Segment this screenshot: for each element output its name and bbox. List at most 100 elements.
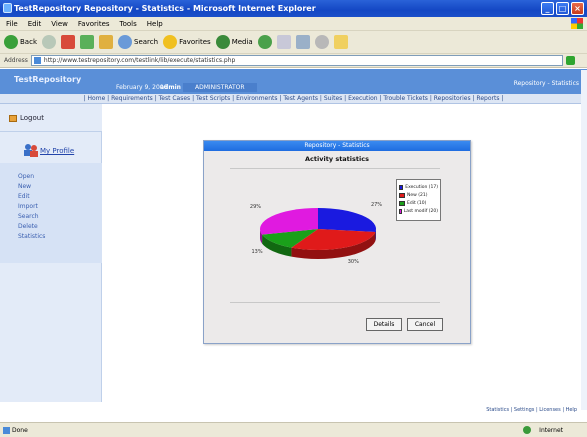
pie-percent-label: 13%	[251, 249, 263, 256]
divider-bottom	[230, 302, 440, 303]
home-icon	[99, 35, 113, 49]
pie-chart	[260, 208, 376, 259]
status-text: Done	[12, 427, 28, 434]
favorites-button[interactable]: Favorites	[163, 35, 211, 49]
header-right-links[interactable]: Repository - Statistics	[514, 80, 579, 87]
address-bar: Address http://www.testrepository.com/te…	[0, 54, 587, 68]
search-label: Search	[134, 38, 159, 46]
users-icon	[24, 144, 38, 157]
pie-percent-label: 30%	[347, 258, 359, 265]
footer-links[interactable]: Statistics | Settings | Licenses | Help	[486, 407, 577, 413]
address-url: http://www.testrepository.com/testlink/l…	[43, 57, 236, 64]
refresh-icon	[80, 35, 94, 49]
history-icon	[257, 35, 272, 49]
minimize-button[interactable]: _	[541, 2, 554, 15]
print-button[interactable]	[295, 35, 310, 49]
media-label: Media	[231, 38, 253, 46]
app-header: TestRepository February 9, 2006 admin AD…	[0, 69, 587, 94]
forward-arrow-icon	[42, 35, 56, 49]
legend-label: New (21)	[407, 192, 428, 198]
sidebar-item-search[interactable]: Search	[18, 212, 45, 222]
home-button[interactable]	[99, 35, 113, 49]
mail-button[interactable]	[276, 35, 291, 49]
pie-percent-label: 27%	[370, 201, 383, 208]
chart-legend: Execution (17) New (21) Edit (10) Last m…	[396, 179, 441, 221]
browser-toolbar: Back Search Favorites Media	[0, 31, 587, 54]
window-title: TestRepository Repository - Statistics -…	[14, 4, 316, 13]
sidebar-item-edit[interactable]: Edit	[18, 192, 45, 202]
forward-button[interactable]	[42, 35, 56, 49]
legend-swatch	[399, 200, 405, 206]
header-role: ADMINISTRATOR	[183, 83, 257, 92]
app-brand: TestRepository	[14, 75, 82, 84]
go-button[interactable]	[565, 56, 575, 65]
sidebar-menu: Open New Edit Import Search Delete Stati…	[18, 172, 45, 242]
main-nav[interactable]: | Home | Requirements | Test Cases | Tes…	[0, 94, 587, 104]
my-profile-label: My Profile	[40, 147, 75, 155]
menu-bar: File Edit View Favorites Tools Help	[0, 17, 587, 31]
history-button[interactable]	[257, 35, 272, 49]
logout-label: Logout	[20, 114, 44, 122]
legend-item: Last modif (20)	[399, 207, 438, 215]
sidebar-item-new[interactable]: New	[18, 182, 45, 192]
logout-icon	[9, 115, 17, 122]
sidebar-item-open[interactable]: Open	[18, 172, 45, 182]
statistics-dialog: Repository - Statistics Activity statist…	[203, 140, 471, 344]
back-button[interactable]: Back	[4, 35, 37, 49]
favorites-label: Favorites	[179, 38, 211, 46]
menu-edit[interactable]: Edit	[28, 20, 42, 28]
search-icon	[118, 35, 132, 49]
refresh-button[interactable]	[80, 35, 94, 49]
legend-item: New (21)	[399, 191, 438, 199]
status-zone: Internet	[539, 427, 563, 434]
legend-swatch	[399, 208, 402, 214]
legend-item: Execution (17)	[399, 183, 438, 191]
print-icon	[295, 35, 310, 49]
back-arrow-icon	[4, 35, 18, 49]
close-button[interactable]: ×	[571, 2, 584, 15]
windows-logo-icon	[571, 18, 583, 29]
sidebar-item-statistics[interactable]: Statistics	[18, 232, 45, 242]
window-title-bar: TestRepository Repository - Statistics -…	[0, 0, 587, 17]
menu-favorites[interactable]: Favorites	[78, 20, 110, 28]
legend-swatch	[399, 192, 405, 198]
media-icon	[215, 35, 230, 49]
star-icon	[163, 35, 178, 49]
menu-view[interactable]: View	[51, 20, 68, 28]
menu-help[interactable]: Help	[147, 20, 163, 28]
mail-icon	[276, 35, 291, 49]
cancel-button[interactable]: Cancel	[407, 318, 443, 331]
internet-zone-icon	[523, 426, 531, 434]
legend-label: Execution (17)	[405, 184, 438, 190]
edit-icon	[314, 35, 329, 49]
legend-label: Last modif (20)	[403, 208, 438, 214]
edit-page-button[interactable]	[314, 35, 329, 49]
address-input[interactable]: http://www.testrepository.com/testlink/l…	[30, 55, 563, 66]
legend-item: Edit (10)	[399, 199, 438, 207]
logout-link[interactable]: Logout	[0, 104, 102, 132]
pie-slice	[318, 208, 376, 232]
page-done-icon	[3, 427, 10, 434]
my-profile-link[interactable]: My Profile	[0, 138, 102, 162]
stop-button[interactable]	[61, 35, 75, 49]
menu-tools[interactable]: Tools	[120, 20, 137, 28]
folder-button[interactable]	[333, 35, 348, 49]
back-label: Back	[20, 38, 37, 46]
page-icon	[33, 57, 41, 64]
sidebar-item-import[interactable]: Import	[18, 202, 45, 212]
search-button[interactable]: Search	[118, 35, 158, 49]
legend-label: Edit (10)	[407, 200, 427, 206]
pie-percent-label: 29%	[249, 203, 262, 210]
vertical-scrollbar[interactable]	[581, 70, 587, 410]
menu-file[interactable]: File	[6, 20, 18, 28]
status-bar: Done Internet	[0, 422, 587, 437]
sidebar-menu-panel	[0, 163, 102, 263]
details-button[interactable]: Details	[366, 318, 402, 331]
sidebar-item-delete[interactable]: Delete	[18, 222, 45, 232]
stop-icon	[61, 35, 75, 49]
ie-icon	[3, 3, 12, 13]
legend-swatch	[399, 184, 404, 190]
header-user: admin	[160, 84, 181, 91]
media-button[interactable]: Media	[215, 35, 253, 49]
maximize-button[interactable]: □	[556, 2, 569, 15]
